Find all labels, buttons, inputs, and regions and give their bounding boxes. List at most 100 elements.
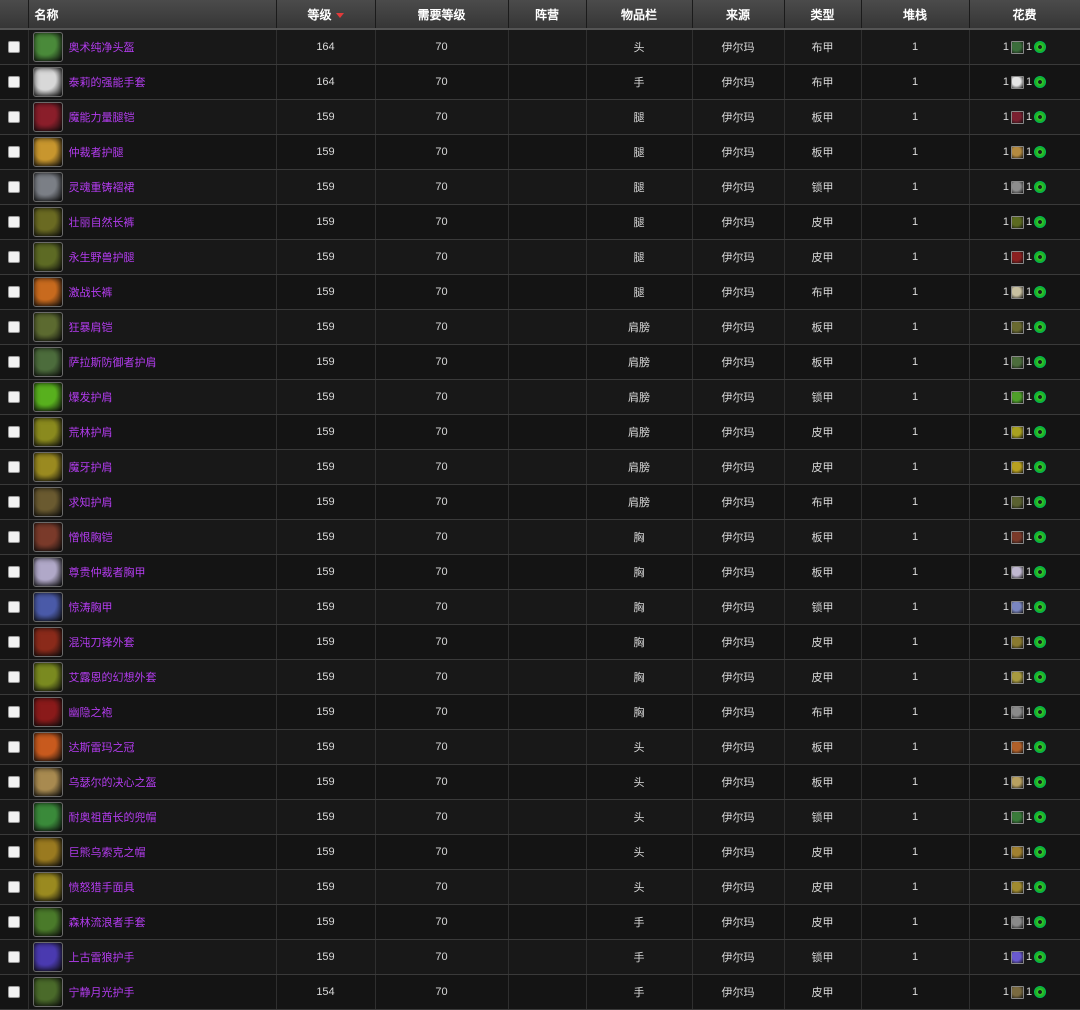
cost-token-icon[interactable] (1011, 740, 1024, 754)
item-icon[interactable] (32, 522, 63, 552)
table-row[interactable]: 耐奥祖酋长的兜帽 159 70 头伊尔玛 锁甲 1 1 1 (0, 799, 1080, 835)
item-icon[interactable] (32, 417, 63, 447)
table-row[interactable]: 求知护肩 159 70 肩膀 伊尔玛 布甲 1 1 1 (0, 484, 1080, 520)
row-checkbox[interactable] (7, 531, 20, 544)
item-name-link[interactable]: 上古雷狼护手 (69, 949, 135, 965)
cost-token-icon[interactable] (1011, 565, 1024, 579)
cost-token-icon[interactable] (1011, 75, 1024, 89)
item-name-link[interactable]: 惊涛胸甲 (69, 599, 113, 615)
cost-token-icon[interactable] (1011, 320, 1024, 334)
item-name-link[interactable]: 求知护肩 (69, 494, 113, 510)
row-checkbox[interactable] (7, 76, 20, 89)
item-name-link[interactable]: 永生野兽护腿 (69, 249, 135, 265)
column-header-stack[interactable]: 堆栈 (861, 0, 970, 30)
item-icon[interactable] (32, 767, 63, 797)
source-cell[interactable]: 伊尔玛 (692, 29, 785, 65)
item-name-link[interactable]: 耐奥祖酋长的兜帽 (69, 809, 157, 825)
row-checkbox[interactable] (7, 811, 20, 824)
column-header-level[interactable]: 等级 (276, 0, 376, 30)
source-cell[interactable]: 伊尔玛 (692, 484, 785, 520)
badge-of-justice-icon[interactable] (1034, 881, 1047, 893)
item-icon[interactable] (32, 697, 63, 727)
source-cell[interactable]: 伊尔玛 (692, 589, 785, 625)
table-row[interactable]: 乌瑟尔的决心之盔 159 70 头伊尔玛 板甲 1 1 1 (0, 764, 1080, 800)
source-cell[interactable]: 伊尔玛 (692, 414, 785, 450)
item-icon[interactable] (32, 312, 63, 342)
table-row[interactable]: 森林流浪者手套 159 70 手伊尔玛 皮甲 1 1 1 (0, 904, 1080, 940)
item-icon[interactable] (32, 137, 63, 167)
item-name-link[interactable]: 混沌刀锋外套 (69, 634, 135, 650)
item-icon[interactable] (32, 837, 63, 867)
item-name-link[interactable]: 乌瑟尔的决心之盔 (69, 774, 157, 790)
row-checkbox[interactable] (7, 41, 20, 54)
row-checkbox[interactable] (7, 286, 20, 299)
table-row[interactable]: 狂暴肩铠 159 70 肩膀 伊尔玛 板甲 1 1 1 (0, 309, 1080, 345)
item-icon[interactable] (32, 872, 63, 902)
badge-of-justice-icon[interactable] (1034, 636, 1047, 648)
row-checkbox[interactable] (7, 951, 20, 964)
badge-of-justice-icon[interactable] (1034, 41, 1047, 53)
item-name-link[interactable]: 达斯雷玛之冠 (69, 739, 135, 755)
source-cell[interactable]: 伊尔玛 (692, 204, 785, 240)
row-checkbox[interactable] (7, 636, 20, 649)
table-row[interactable]: 达斯雷玛之冠 159 70 头伊尔玛 板甲 1 1 1 (0, 729, 1080, 765)
badge-of-justice-icon[interactable] (1034, 531, 1047, 543)
column-header-side[interactable]: 阵营 (508, 0, 587, 30)
table-row[interactable]: 魔牙护肩 159 70 肩膀 伊尔玛 皮甲 1 1 1 (0, 449, 1080, 485)
item-name-link[interactable]: 灵魂重铸褶裙 (69, 179, 135, 195)
column-header-req-level[interactable]: 需要等级 (375, 0, 509, 30)
table-row[interactable]: 灵魂重铸褶裙 159 70 腿伊尔玛 锁甲 1 1 1 (0, 169, 1080, 205)
cost-token-icon[interactable] (1011, 250, 1024, 264)
table-row[interactable]: 泰莉的强能手套 164 70 手伊尔玛 布甲 1 1 1 (0, 64, 1080, 100)
table-row[interactable]: 幽隐之袍 159 70 胸伊尔玛 布甲 1 1 1 (0, 694, 1080, 730)
item-icon[interactable] (32, 907, 63, 937)
cost-token-icon[interactable] (1011, 390, 1024, 404)
cost-token-icon[interactable] (1011, 705, 1024, 719)
item-name-link[interactable]: 仲裁者护腿 (69, 144, 124, 160)
item-name-link[interactable]: 森林流浪者手套 (69, 914, 146, 930)
row-checkbox[interactable] (7, 216, 20, 229)
badge-of-justice-icon[interactable] (1034, 776, 1047, 788)
source-cell[interactable]: 伊尔玛 (692, 624, 785, 660)
item-icon[interactable] (32, 242, 63, 272)
row-checkbox[interactable] (7, 916, 20, 929)
item-name-link[interactable]: 尊贵仲裁者胸甲 (69, 564, 146, 580)
source-cell[interactable]: 伊尔玛 (692, 379, 785, 415)
item-name-link[interactable]: 魔牙护肩 (69, 459, 113, 475)
cost-token-icon[interactable] (1011, 670, 1024, 684)
badge-of-justice-icon[interactable] (1034, 181, 1047, 193)
table-row[interactable]: 仲裁者护腿 159 70 腿伊尔玛 板甲 1 1 1 (0, 134, 1080, 170)
cost-token-icon[interactable] (1011, 880, 1024, 894)
row-checkbox[interactable] (7, 391, 20, 404)
cost-token-icon[interactable] (1011, 285, 1024, 299)
table-row[interactable]: 魔能力量腿铠 159 70 腿伊尔玛 板甲 1 1 1 (0, 99, 1080, 135)
row-checkbox[interactable] (7, 111, 20, 124)
item-icon[interactable] (32, 347, 63, 377)
item-icon[interactable] (32, 557, 63, 587)
source-cell[interactable]: 伊尔玛 (692, 799, 785, 835)
source-cell[interactable]: 伊尔玛 (692, 169, 785, 205)
row-checkbox[interactable] (7, 496, 20, 509)
cost-token-icon[interactable] (1011, 845, 1024, 859)
row-checkbox[interactable] (7, 356, 20, 369)
source-cell[interactable]: 伊尔玛 (692, 659, 785, 695)
badge-of-justice-icon[interactable] (1034, 391, 1047, 403)
row-checkbox[interactable] (7, 776, 20, 789)
source-cell[interactable]: 伊尔玛 (692, 729, 785, 765)
badge-of-justice-icon[interactable] (1034, 706, 1047, 718)
badge-of-justice-icon[interactable] (1034, 496, 1047, 508)
item-name-link[interactable]: 巨熊乌索克之帽 (69, 844, 146, 860)
row-checkbox[interactable] (7, 846, 20, 859)
row-checkbox[interactable] (7, 181, 20, 194)
row-checkbox[interactable] (7, 321, 20, 334)
item-name-link[interactable]: 萨拉斯防御者护肩 (69, 354, 157, 370)
item-name-link[interactable]: 奥术纯净头盔 (69, 39, 135, 55)
source-cell[interactable]: 伊尔玛 (692, 974, 785, 1010)
item-icon[interactable] (32, 277, 63, 307)
cost-token-icon[interactable] (1011, 950, 1024, 964)
cost-token-icon[interactable] (1011, 425, 1024, 439)
item-icon[interactable] (32, 592, 63, 622)
source-cell[interactable]: 伊尔玛 (692, 449, 785, 485)
source-cell[interactable]: 伊尔玛 (692, 99, 785, 135)
item-name-link[interactable]: 愤怒猎手面具 (69, 879, 135, 895)
